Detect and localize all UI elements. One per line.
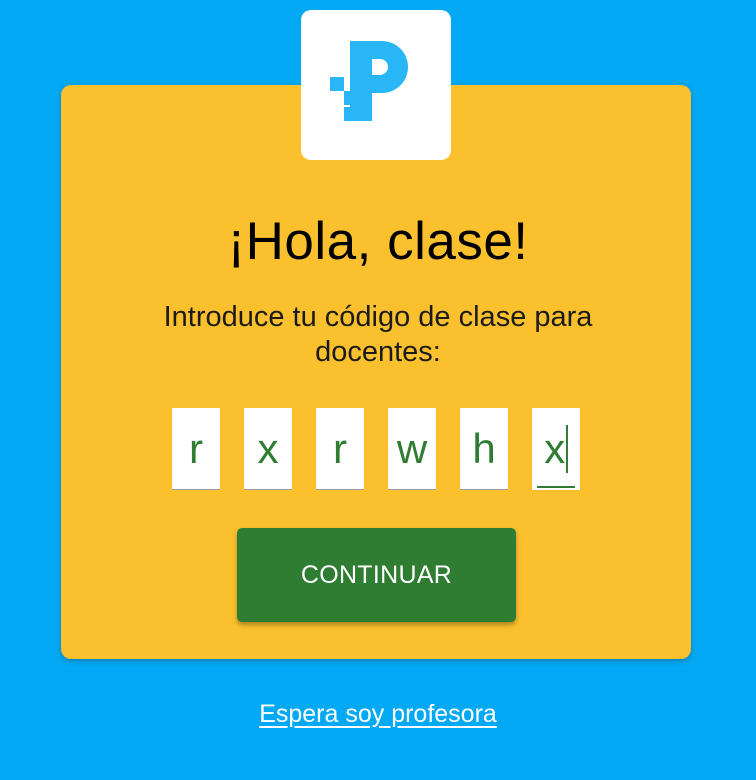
continue-button[interactable]: CONTINUAR bbox=[237, 528, 516, 622]
code-char-input-3[interactable]: r bbox=[316, 408, 364, 490]
class-code-input-group: r x r w h x bbox=[172, 408, 580, 490]
code-char-input-4[interactable]: w bbox=[388, 408, 436, 490]
instructions-text: Introduce tu código de clase para docent… bbox=[163, 301, 593, 368]
brand-p-logo-icon bbox=[330, 41, 408, 121]
page-title: ¡Hola, clase! bbox=[227, 212, 529, 271]
code-char-input-2[interactable]: x bbox=[244, 408, 292, 490]
code-char-input-6[interactable]: x bbox=[532, 408, 580, 490]
teacher-link[interactable]: Espera soy profesora bbox=[0, 700, 756, 729]
text-caret bbox=[566, 425, 568, 473]
code-char-input-5[interactable]: h bbox=[460, 408, 508, 490]
logo-container bbox=[301, 10, 451, 160]
code-char-input-1[interactable]: r bbox=[172, 408, 220, 490]
